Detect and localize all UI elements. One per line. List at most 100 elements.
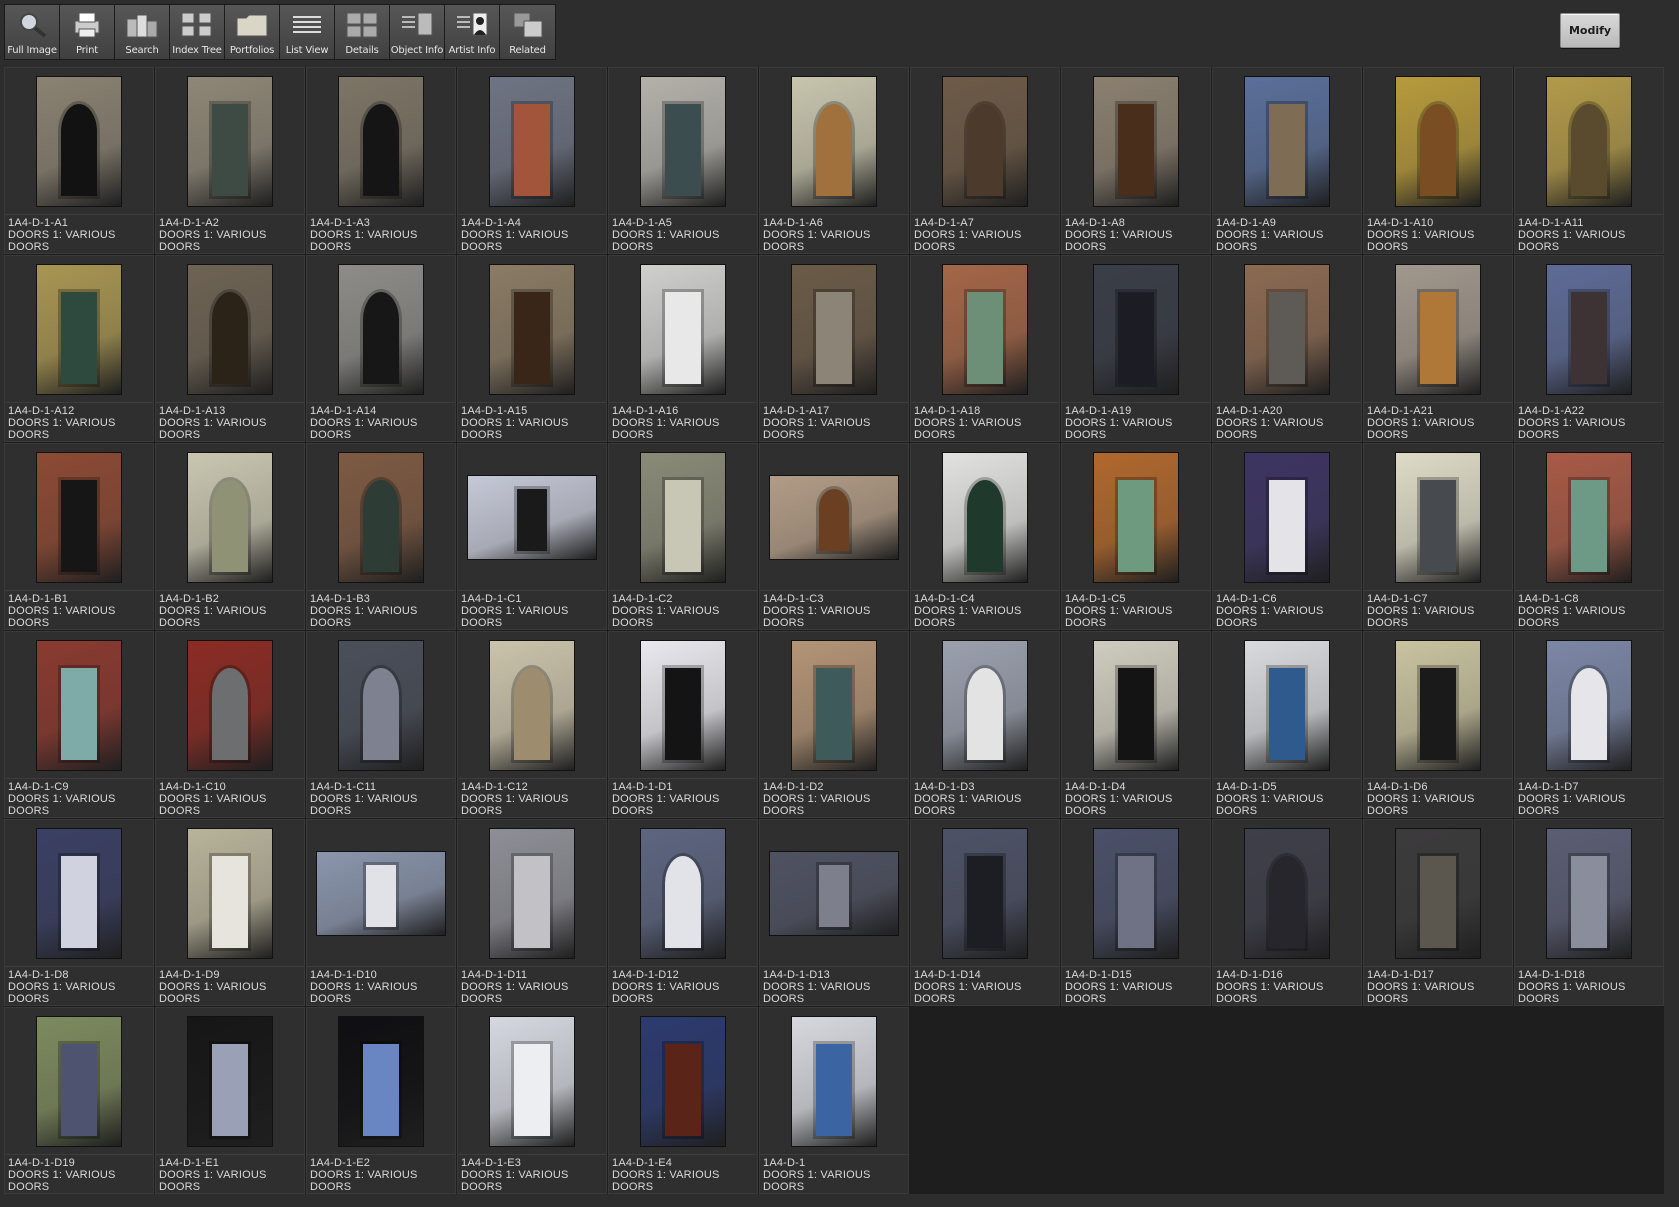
- thumbnail-cell[interactable]: 1A4-D-1-B1 DOORS 1: VARIOUS DOORS: [4, 443, 154, 630]
- door-thumbnail-image[interactable]: [490, 1016, 574, 1146]
- door-thumbnail-image[interactable]: [1396, 640, 1480, 770]
- door-thumbnail-image[interactable]: [37, 828, 121, 958]
- door-thumbnail-image[interactable]: [1396, 76, 1480, 206]
- door-thumbnail-image[interactable]: [1547, 452, 1631, 582]
- thumbnail-cell[interactable]: 1A4-D-1-C3 DOORS 1: VARIOUS DOORS: [759, 443, 909, 630]
- door-thumbnail-image[interactable]: [1547, 828, 1631, 958]
- door-thumbnail-image[interactable]: [1094, 76, 1178, 206]
- door-thumbnail-image[interactable]: [188, 640, 272, 770]
- thumbnail-cell[interactable]: 1A4-D-1-A21 DOORS 1: VARIOUS DOORS: [1363, 255, 1513, 442]
- toolbar-button-related[interactable]: Related: [500, 5, 555, 59]
- thumbnail-cell[interactable]: 1A4-D-1-C10 DOORS 1: VARIOUS DOORS: [155, 631, 305, 818]
- door-thumbnail-image[interactable]: [468, 475, 596, 559]
- door-thumbnail-image[interactable]: [317, 851, 445, 935]
- thumbnail-cell[interactable]: 1A4-D-1-D1 DOORS 1: VARIOUS DOORS: [608, 631, 758, 818]
- thumbnail-cell[interactable]: 1A4-D-1-D4 DOORS 1: VARIOUS DOORS: [1061, 631, 1211, 818]
- thumbnail-cell[interactable]: 1A4-D-1-D2 DOORS 1: VARIOUS DOORS: [759, 631, 909, 818]
- door-thumbnail-image[interactable]: [943, 828, 1027, 958]
- door-thumbnail-image[interactable]: [490, 264, 574, 394]
- toolbar-button-search[interactable]: Search: [115, 5, 170, 59]
- door-thumbnail-image[interactable]: [641, 76, 725, 206]
- thumbnail-cell[interactable]: 1A4-D-1-E3 DOORS 1: VARIOUS DOORS: [457, 1007, 607, 1194]
- door-thumbnail-image[interactable]: [339, 452, 423, 582]
- thumbnail-cell[interactable]: 1A4-D-1-D15 DOORS 1: VARIOUS DOORS: [1061, 819, 1211, 1006]
- thumbnail-cell[interactable]: 1A4-D-1-D6 DOORS 1: VARIOUS DOORS: [1363, 631, 1513, 818]
- thumbnail-cell[interactable]: 1A4-D-1-C11 DOORS 1: VARIOUS DOORS: [306, 631, 456, 818]
- thumbnail-cell[interactable]: 1A4-D-1-A19 DOORS 1: VARIOUS DOORS: [1061, 255, 1211, 442]
- door-thumbnail-image[interactable]: [792, 1016, 876, 1146]
- toolbar-button-artist-info[interactable]: Artist Info: [445, 5, 500, 59]
- toolbar-button-details[interactable]: Details: [335, 5, 390, 59]
- toolbar-button-full-image[interactable]: Full Image: [5, 5, 60, 59]
- door-thumbnail-image[interactable]: [1094, 828, 1178, 958]
- thumbnail-cell[interactable]: 1A4-D-1-C1 DOORS 1: VARIOUS DOORS: [457, 443, 607, 630]
- thumbnail-cell[interactable]: 1A4-D-1-A13 DOORS 1: VARIOUS DOORS: [155, 255, 305, 442]
- door-thumbnail-image[interactable]: [37, 264, 121, 394]
- thumbnail-cell[interactable]: 1A4-D-1-D5 DOORS 1: VARIOUS DOORS: [1212, 631, 1362, 818]
- door-thumbnail-image[interactable]: [792, 264, 876, 394]
- door-thumbnail-image[interactable]: [943, 76, 1027, 206]
- thumbnail-cell[interactable]: 1A4-D-1-C12 DOORS 1: VARIOUS DOORS: [457, 631, 607, 818]
- door-thumbnail-image[interactable]: [1094, 452, 1178, 582]
- door-thumbnail-image[interactable]: [641, 264, 725, 394]
- thumbnail-cell[interactable]: 1A4-D-1-B3 DOORS 1: VARIOUS DOORS: [306, 443, 456, 630]
- thumbnail-cell[interactable]: 1A4-D-1-D11 DOORS 1: VARIOUS DOORS: [457, 819, 607, 1006]
- thumbnail-cell[interactable]: 1A4-D-1-A14 DOORS 1: VARIOUS DOORS: [306, 255, 456, 442]
- door-thumbnail-image[interactable]: [339, 1016, 423, 1146]
- thumbnail-cell[interactable]: 1A4-D-1-A2 DOORS 1: VARIOUS DOORS: [155, 67, 305, 254]
- door-thumbnail-image[interactable]: [188, 264, 272, 394]
- door-thumbnail-image[interactable]: [943, 452, 1027, 582]
- door-thumbnail-image[interactable]: [37, 452, 121, 582]
- thumbnail-cell[interactable]: 1A4-D-1-D12 DOORS 1: VARIOUS DOORS: [608, 819, 758, 1006]
- door-thumbnail-image[interactable]: [1094, 640, 1178, 770]
- thumbnail-cell[interactable]: 1A4-D-1-D7 DOORS 1: VARIOUS DOORS: [1514, 631, 1664, 818]
- door-thumbnail-image[interactable]: [770, 475, 898, 559]
- door-thumbnail-image[interactable]: [792, 76, 876, 206]
- door-thumbnail-image[interactable]: [792, 640, 876, 770]
- door-thumbnail-image[interactable]: [37, 1016, 121, 1146]
- thumbnail-cell[interactable]: 1A4-D-1-A16 DOORS 1: VARIOUS DOORS: [608, 255, 758, 442]
- thumbnail-cell[interactable]: 1A4-D-1-E2 DOORS 1: VARIOUS DOORS: [306, 1007, 456, 1194]
- thumbnail-cell[interactable]: 1A4-D-1-D19 DOORS 1: VARIOUS DOORS: [4, 1007, 154, 1194]
- door-thumbnail-image[interactable]: [1094, 264, 1178, 394]
- thumbnail-cell[interactable]: 1A4-D-1-C8 DOORS 1: VARIOUS DOORS: [1514, 443, 1664, 630]
- door-thumbnail-image[interactable]: [1396, 452, 1480, 582]
- thumbnail-cell[interactable]: 1A4-D-1-C6 DOORS 1: VARIOUS DOORS: [1212, 443, 1362, 630]
- thumbnail-cell[interactable]: 1A4-D-1-D17 DOORS 1: VARIOUS DOORS: [1363, 819, 1513, 1006]
- thumbnail-cell[interactable]: 1A4-D-1-D14 DOORS 1: VARIOUS DOORS: [910, 819, 1060, 1006]
- thumbnail-cell[interactable]: 1A4-D-1-A3 DOORS 1: VARIOUS DOORS: [306, 67, 456, 254]
- thumbnail-cell[interactable]: 1A4-D-1-A7 DOORS 1: VARIOUS DOORS: [910, 67, 1060, 254]
- thumbnail-cell[interactable]: 1A4-D-1-A6 DOORS 1: VARIOUS DOORS: [759, 67, 909, 254]
- thumbnail-cell[interactable]: 1A4-D-1-A22 DOORS 1: VARIOUS DOORS: [1514, 255, 1664, 442]
- thumbnail-cell[interactable]: 1A4-D-1-E1 DOORS 1: VARIOUS DOORS: [155, 1007, 305, 1194]
- door-thumbnail-image[interactable]: [1245, 452, 1329, 582]
- door-thumbnail-image[interactable]: [1396, 828, 1480, 958]
- toolbar-button-index-tree[interactable]: Index Tree: [170, 5, 225, 59]
- door-thumbnail-image[interactable]: [943, 640, 1027, 770]
- toolbar-button-object-info[interactable]: Object Info: [390, 5, 445, 59]
- thumbnail-cell[interactable]: 1A4-D-1-D18 DOORS 1: VARIOUS DOORS: [1514, 819, 1664, 1006]
- thumbnail-cell[interactable]: 1A4-D-1-D10 DOORS 1: VARIOUS DOORS: [306, 819, 456, 1006]
- thumbnail-cell[interactable]: 1A4-D-1-C5 DOORS 1: VARIOUS DOORS: [1061, 443, 1211, 630]
- thumbnail-cell[interactable]: 1A4-D-1-D16 DOORS 1: VARIOUS DOORS: [1212, 819, 1362, 1006]
- thumbnail-cell[interactable]: 1A4-D-1-A1 DOORS 1: VARIOUS DOORS: [4, 67, 154, 254]
- door-thumbnail-image[interactable]: [1245, 828, 1329, 958]
- door-thumbnail-image[interactable]: [1396, 264, 1480, 394]
- thumbnail-cell[interactable]: 1A4-D-1-A18 DOORS 1: VARIOUS DOORS: [910, 255, 1060, 442]
- thumbnail-cell[interactable]: 1A4-D-1-D3 DOORS 1: VARIOUS DOORS: [910, 631, 1060, 818]
- door-thumbnail-image[interactable]: [943, 264, 1027, 394]
- thumbnail-cell[interactable]: 1A4-D-1-A5 DOORS 1: VARIOUS DOORS: [608, 67, 758, 254]
- door-thumbnail-image[interactable]: [1245, 640, 1329, 770]
- door-thumbnail-image[interactable]: [188, 828, 272, 958]
- thumbnail-cell[interactable]: 1A4-D-1-C4 DOORS 1: VARIOUS DOORS: [910, 443, 1060, 630]
- thumbnail-cell[interactable]: 1A4-D-1 DOORS 1: VARIOUS DOORS: [759, 1007, 909, 1194]
- thumbnail-cell[interactable]: 1A4-D-1-B2 DOORS 1: VARIOUS DOORS: [155, 443, 305, 630]
- thumbnail-cell[interactable]: 1A4-D-1-C2 DOORS 1: VARIOUS DOORS: [608, 443, 758, 630]
- door-thumbnail-image[interactable]: [1547, 264, 1631, 394]
- thumbnail-cell[interactable]: 1A4-D-1-D9 DOORS 1: VARIOUS DOORS: [155, 819, 305, 1006]
- thumbnail-cell[interactable]: 1A4-D-1-D13 DOORS 1: VARIOUS DOORS: [759, 819, 909, 1006]
- door-thumbnail-image[interactable]: [490, 828, 574, 958]
- toolbar-button-print[interactable]: Print: [60, 5, 115, 59]
- thumbnail-cell[interactable]: 1A4-D-1-A20 DOORS 1: VARIOUS DOORS: [1212, 255, 1362, 442]
- thumbnail-cell[interactable]: 1A4-D-1-C9 DOORS 1: VARIOUS DOORS: [4, 631, 154, 818]
